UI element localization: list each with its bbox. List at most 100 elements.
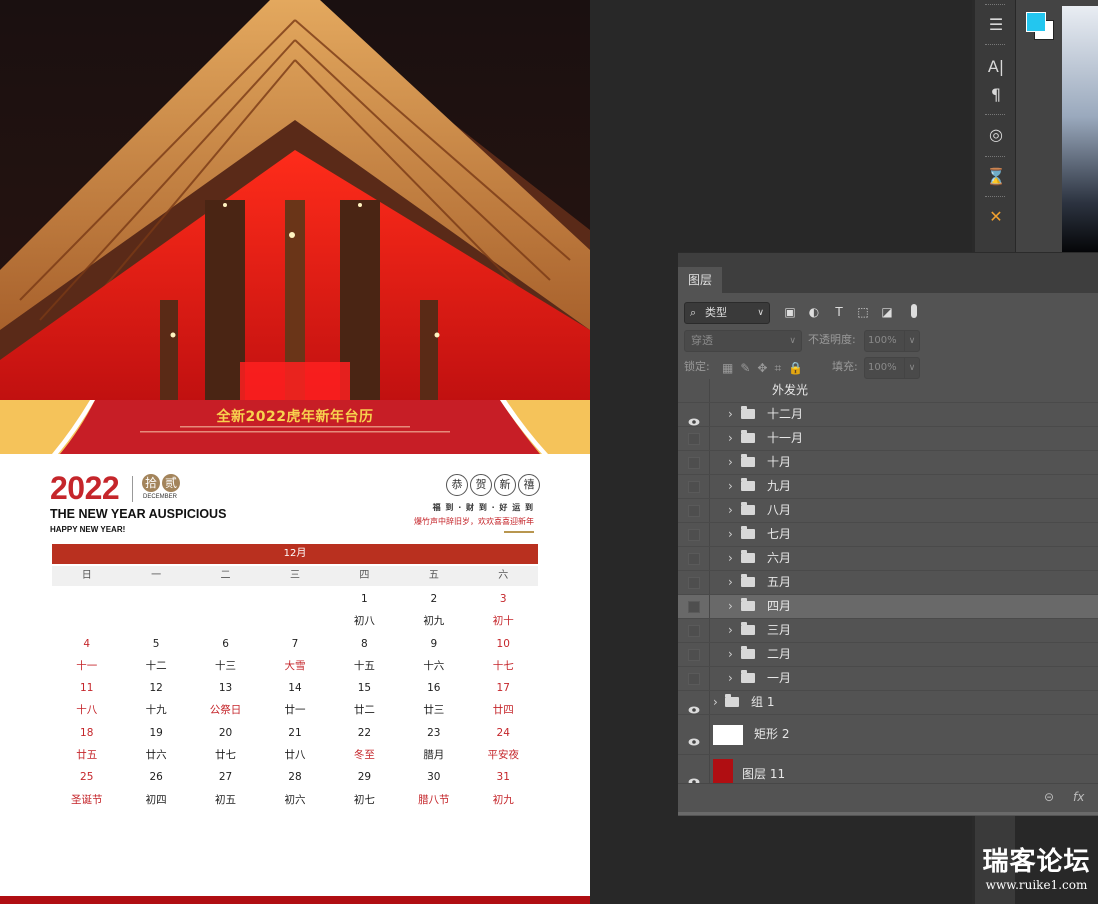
layer-group-row[interactable]: › 十月: [678, 451, 1098, 475]
chevron-down-icon[interactable]: ∨: [904, 330, 920, 352]
layer-group-row[interactable]: › 八月: [678, 499, 1098, 523]
visibility-toggle[interactable]: [688, 552, 700, 565]
chevron-right-icon[interactable]: ›: [713, 691, 718, 713]
visibility-toggle[interactable]: [688, 432, 700, 445]
layer-group-row[interactable]: › 九月: [678, 475, 1098, 499]
weekday-label: 一: [151, 570, 162, 581]
date-cell: 11: [80, 682, 94, 695]
visibility-toggle[interactable]: [688, 456, 700, 469]
visibility-column: [678, 619, 710, 642]
lunar-cell: 十九: [145, 704, 167, 717]
visibility-toggle[interactable]: [688, 648, 700, 661]
chevron-right-icon[interactable]: ›: [728, 523, 733, 545]
layer-group-row[interactable]: › 一月: [678, 667, 1098, 691]
layer-group-row[interactable]: › 二月: [678, 643, 1098, 667]
visibility-column: [678, 379, 710, 402]
eye-icon[interactable]: [688, 411, 700, 425]
eye-icon[interactable]: [688, 699, 700, 713]
chevron-right-icon[interactable]: ›: [728, 571, 733, 593]
adjustment-filter-icon[interactable]: ◐: [806, 302, 822, 322]
visibility-toggle[interactable]: [688, 624, 700, 637]
type-filter-icon[interactable]: T: [831, 302, 847, 322]
lock-artboard-icon[interactable]: ⌗: [774, 358, 781, 378]
chevron-right-icon[interactable]: ›: [728, 547, 733, 569]
blessing-text: 福 到 · 财 到 · 好 运 到: [432, 503, 534, 512]
chevron-right-icon[interactable]: ›: [728, 595, 733, 617]
character-icon[interactable]: A|: [985, 56, 1007, 78]
lock-transparent-icon[interactable]: ▦: [722, 358, 733, 378]
layer-name: 十一月: [767, 431, 804, 445]
paragraph-icon[interactable]: ¶: [985, 84, 1007, 106]
date-cell: 3: [499, 593, 507, 605]
lunar-cell: 廿三: [423, 704, 445, 717]
layer-filter-select[interactable]: ⌕ 类型 ∨: [684, 302, 770, 324]
layer-group-row[interactable]: › 七月: [678, 523, 1098, 547]
year-divider: [132, 476, 133, 502]
chevron-right-icon[interactable]: ›: [728, 499, 733, 521]
visibility-toggle[interactable]: [688, 600, 700, 613]
lunar-row: 圣诞节 初四 初五 初六 初七 腊八节 初九: [52, 789, 538, 811]
grip-handle[interactable]: [985, 4, 1005, 8]
color-picker-field[interactable]: [1062, 6, 1098, 252]
link-layers-icon[interactable]: ⊝: [1044, 790, 1054, 804]
eye-icon[interactable]: [688, 771, 700, 785]
visibility-toggle[interactable]: [688, 672, 700, 685]
visibility-column: [678, 451, 710, 474]
happy-new-year-text: HAPPY NEW YEAR!: [50, 525, 126, 534]
smart-object-filter-icon[interactable]: ◪: [879, 302, 895, 322]
lunar-cell: 十八: [76, 704, 98, 717]
filter-toggle[interactable]: [911, 304, 917, 318]
chevron-down-icon[interactable]: ∨: [904, 357, 920, 379]
tab-layers[interactable]: 图层: [678, 267, 722, 293]
layer-group-row[interactable]: › 六月: [678, 547, 1098, 571]
lock-all-icon[interactable]: 🔒: [788, 358, 803, 378]
layer-row[interactable]: 矩形 2: [678, 715, 1098, 755]
visibility-toggle[interactable]: [688, 504, 700, 517]
chevron-right-icon[interactable]: ›: [728, 667, 733, 689]
date-cell: 29: [357, 771, 372, 784]
grip-handle[interactable]: [985, 114, 1005, 118]
date-cell: 28: [288, 771, 302, 784]
lock-position-icon[interactable]: ✥: [757, 358, 767, 378]
chevron-right-icon[interactable]: ›: [728, 403, 733, 425]
grip-handle[interactable]: [985, 156, 1005, 160]
shape-filter-icon[interactable]: ⬚: [855, 302, 871, 322]
chevron-right-icon[interactable]: ›: [728, 451, 733, 473]
grip-handle[interactable]: [985, 196, 1005, 200]
chevron-right-icon[interactable]: ›: [728, 475, 733, 497]
lock-image-icon[interactable]: ✎: [740, 358, 750, 378]
visibility-toggle[interactable]: [688, 576, 700, 589]
layer-group-row[interactable]: › 十二月: [678, 403, 1098, 427]
layer-group-row[interactable]: › 十一月: [678, 427, 1098, 451]
layer-list: 外发光 › 十二月 › 十一月 › 十月 › 九月 › 八月 › 七月 › 六月 › 五月 › 四月 › 三月 › 二月 ›…: [678, 379, 1098, 795]
eye-icon[interactable]: [688, 731, 700, 745]
weekday-header: 日一二三四五六: [52, 566, 538, 586]
chevron-right-icon[interactable]: ›: [728, 643, 733, 665]
document-canvas[interactable]: 全新2022虎年新年台历 2022 拾 贰 DECEMBER THE NEW Y…: [0, 0, 590, 904]
visibility-column: [678, 571, 710, 594]
lunar-row: 十一 十二 十三 大雪 十五 十六 十七: [52, 655, 538, 677]
visibility-toggle[interactable]: [688, 528, 700, 541]
tools-cross-icon[interactable]: ✕: [985, 206, 1007, 228]
effect-row[interactable]: 外发光: [678, 379, 1098, 403]
layer-group-row[interactable]: › 三月: [678, 619, 1098, 643]
layer-group-row[interactable]: › 五月: [678, 571, 1098, 595]
date-cell: 25: [80, 771, 94, 784]
layer-group-row[interactable]: › 组 1: [678, 691, 1098, 715]
image-filter-icon[interactable]: ▣: [782, 302, 798, 322]
layer-group-row[interactable]: › 四月: [678, 595, 1098, 619]
visibility-toggle[interactable]: [688, 480, 700, 493]
chevron-right-icon[interactable]: ›: [728, 619, 733, 641]
bottom-red-strip: [0, 896, 590, 904]
fill-input[interactable]: 100%: [864, 357, 907, 379]
foreground-color-swatch[interactable]: [1026, 12, 1046, 32]
grip-handle[interactable]: [985, 44, 1005, 48]
chevron-right-icon[interactable]: ›: [728, 427, 733, 449]
3d-icon[interactable]: ◎: [985, 124, 1007, 146]
blend-mode-select[interactable]: 穿透 ∨: [684, 330, 802, 352]
history-icon[interactable]: ⌛: [985, 166, 1007, 188]
opacity-input[interactable]: 100%: [864, 330, 907, 352]
adjustments-icon[interactable]: ☰: [985, 14, 1007, 36]
fx-icon[interactable]: fx: [1073, 790, 1084, 804]
panel-scrollbar[interactable]: [678, 812, 1098, 815]
